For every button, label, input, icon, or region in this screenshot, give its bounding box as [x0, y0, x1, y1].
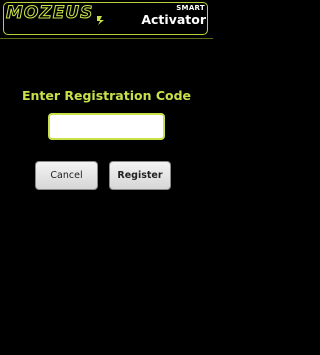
lightning-bolt-icon [97, 16, 104, 25]
brand-small-label: SMART [176, 4, 205, 12]
app-logo: MOZEUS [5, 3, 94, 24]
activation-screen: MOZEUS SMART Activator Enter Registratio… [0, 0, 213, 355]
brand-title: Activator [141, 12, 206, 27]
registration-prompt: Enter Registration Code [21, 88, 192, 103]
app-header: MOZEUS SMART Activator [0, 0, 213, 39]
register-button[interactable]: Register [109, 161, 171, 190]
cancel-button[interactable]: Cancel [35, 161, 98, 190]
registration-code-input[interactable] [48, 113, 165, 140]
